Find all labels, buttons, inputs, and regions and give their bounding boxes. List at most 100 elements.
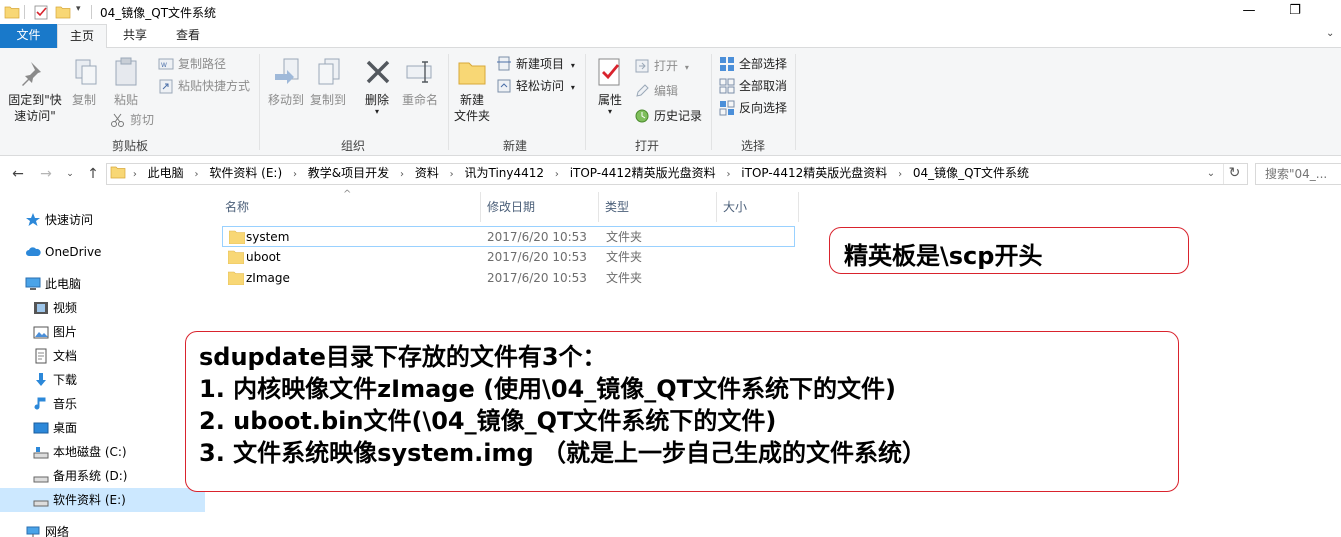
rename-button[interactable]: 重命名 — [400, 92, 440, 108]
expand-ribbon-icon[interactable]: ⌄ — [1326, 28, 1334, 39]
breadcrumb-chevron-icon[interactable]: › — [552, 165, 562, 184]
maximize-button[interactable]: ❐ — [1272, 0, 1318, 24]
history-label: 历史记录 — [654, 109, 703, 123]
up-button[interactable]: ↑ — [83, 165, 103, 183]
select-all-icon — [720, 57, 734, 71]
nav-item-onedrive[interactable]: OneDrive — [0, 240, 205, 264]
folder-icon[interactable] — [4, 4, 20, 20]
file-row[interactable]: zImage 2017/6/20 10:53 文件夹 — [222, 268, 795, 289]
paste-button[interactable]: 粘贴 — [108, 92, 144, 108]
breadcrumb-item[interactable]: 讯为Tiny4412 — [460, 164, 548, 183]
breadcrumb-chevron-icon[interactable]: › — [447, 165, 457, 184]
search-box[interactable] — [1255, 163, 1341, 185]
nav-item-this-pc[interactable]: 此电脑 — [0, 272, 205, 296]
folder-icon — [110, 166, 126, 179]
new-folder-quick-icon[interactable] — [55, 4, 71, 20]
file-row[interactable]: system 2017/6/20 10:53 文件夹 — [222, 226, 795, 247]
folder-icon — [228, 271, 244, 285]
search-input[interactable] — [1256, 164, 1341, 184]
easy-access-button[interactable]: 轻松访问 ▾ — [496, 77, 575, 95]
ribbon-separator — [448, 54, 449, 150]
breadcrumb-chevron-icon[interactable]: › — [895, 165, 905, 184]
breadcrumb-chevron-icon[interactable]: › — [130, 165, 140, 184]
breadcrumb-item[interactable]: 软件资料 (E:) — [205, 164, 286, 183]
file-date: 2017/6/20 10:53 — [487, 250, 587, 264]
file-name: zImage — [246, 271, 290, 285]
breadcrumb-chevron-icon[interactable]: › — [397, 165, 407, 184]
move-to-button[interactable]: 移动到 — [264, 92, 308, 108]
nav-item-drive-e[interactable]: 软件资料 (E:) — [0, 488, 205, 512]
new-item-button[interactable]: 新建项目 ▾ — [496, 55, 575, 73]
nav-item-videos[interactable]: 视频 — [0, 296, 205, 320]
column-header-name[interactable]: 名称 — [219, 192, 481, 222]
copy-button[interactable]: 复制 — [68, 92, 100, 108]
invert-selection-button[interactable]: 反向选择 — [719, 99, 787, 117]
cut-button[interactable]: 剪切 — [110, 111, 154, 129]
select-none-button[interactable]: 全部取消 — [719, 77, 787, 95]
nav-item-drive-d[interactable]: 备用系统 (D:) — [0, 464, 205, 488]
column-header-type[interactable]: 类型 — [599, 192, 717, 222]
delete-button[interactable]: 删除 ▾ — [360, 92, 394, 116]
back-button[interactable]: ← — [8, 165, 28, 183]
breadcrumb-item[interactable]: iTOP-4412精英版光盘资料 — [566, 164, 720, 183]
qat-dropdown-icon[interactable]: ▾ — [76, 4, 81, 14]
nav-item-music[interactable]: 音乐 — [0, 392, 205, 416]
breadcrumb-chevron-icon[interactable]: › — [290, 165, 300, 184]
history-button[interactable]: 历史记录 — [634, 107, 702, 125]
computer-icon — [25, 277, 41, 290]
annotation-text: 精英板是\scp开头 — [844, 242, 1043, 270]
edit-icon — [636, 84, 649, 97]
column-header-size[interactable]: 大小 — [717, 192, 799, 222]
nav-item-drive-c[interactable]: 本地磁盘 (C:) — [0, 440, 205, 464]
address-bar[interactable]: › 此电脑 › 软件资料 (E:) › 教学&项目开发 › 资料 › 讯为Tin… — [106, 163, 1248, 185]
tab-home[interactable]: 主页 — [57, 24, 107, 49]
nav-item-downloads[interactable]: 下载 — [0, 368, 205, 392]
nav-item-pictures[interactable]: 图片 — [0, 320, 205, 344]
tab-view[interactable]: 查看 — [164, 24, 212, 48]
new-folder-button[interactable]: 新建 文件夹 — [450, 92, 494, 124]
nav-item-quick-access[interactable]: 快速访问 — [0, 208, 205, 232]
column-header-date[interactable]: 修改日期 — [481, 192, 599, 222]
new-item-dropdown-icon[interactable]: ▾ — [571, 61, 575, 70]
forward-button[interactable]: → — [36, 165, 56, 183]
breadcrumb-chevron-icon[interactable]: › — [723, 165, 733, 184]
nav-item-desktop[interactable]: 桌面 — [0, 416, 205, 440]
properties-dropdown-icon[interactable]: ▾ — [592, 108, 628, 116]
nav-item-network[interactable]: 网络 — [0, 520, 205, 537]
open-label: 打开 — [654, 59, 679, 73]
nav-item-documents[interactable]: 文档 — [0, 344, 205, 368]
refresh-icon[interactable]: ↻ — [1223, 164, 1245, 184]
address-dropdown-icon[interactable]: ⌄ — [1201, 164, 1221, 184]
breadcrumb-chevron-icon[interactable]: › — [192, 165, 202, 184]
breadcrumb-item[interactable]: 资料 — [411, 164, 443, 183]
tab-file[interactable]: 文件 — [0, 24, 57, 48]
paste-shortcut-icon — [159, 79, 173, 94]
select-all-button[interactable]: 全部选择 — [719, 55, 787, 73]
file-row[interactable]: uboot 2017/6/20 10:53 文件夹 — [222, 247, 795, 268]
delete-label: 删除 — [364, 93, 389, 107]
drive-icon — [33, 476, 49, 483]
edit-button[interactable]: 编辑 — [634, 82, 678, 100]
pin-to-quick-access-button[interactable]: 固定到"快 速访问" — [3, 92, 67, 124]
recent-locations-icon[interactable]: ⌄ — [60, 165, 80, 183]
select-all-label: 全部选择 — [739, 57, 788, 71]
properties-button[interactable]: 属性 ▾ — [592, 92, 628, 116]
history-icon — [635, 109, 649, 123]
annotation-line: 2. uboot.bin文件(\04_镜像_QT文件系统下的文件) — [199, 407, 777, 435]
easy-access-dropdown-icon[interactable]: ▾ — [571, 83, 575, 92]
open-dropdown-icon[interactable]: ▾ — [685, 63, 689, 72]
title-bar: ▾ 04_镜像_QT文件系统 — ❐ — [0, 0, 1341, 24]
breadcrumb-item[interactable]: 教学&项目开发 — [304, 164, 393, 183]
copy-path-button[interactable]: W 复制路径 — [158, 55, 226, 73]
properties-quick-icon[interactable] — [33, 4, 49, 20]
paste-shortcut-button[interactable]: 粘贴快捷方式 — [158, 77, 250, 95]
tab-share[interactable]: 共享 — [111, 24, 159, 48]
breadcrumb-item-current[interactable]: 04_镜像_QT文件系统 — [909, 164, 1033, 183]
delete-dropdown-icon[interactable]: ▾ — [360, 108, 394, 116]
minimize-button[interactable]: — — [1226, 0, 1272, 24]
new-folder-label-line1: 新建 — [459, 93, 484, 107]
copy-to-button[interactable]: 复制到 — [306, 92, 350, 108]
breadcrumb-item[interactable]: iTOP-4412精英版光盘资料 — [737, 164, 891, 183]
breadcrumb-item[interactable]: 此电脑 — [144, 164, 188, 183]
open-button[interactable]: 打开 ▾ — [634, 57, 689, 75]
